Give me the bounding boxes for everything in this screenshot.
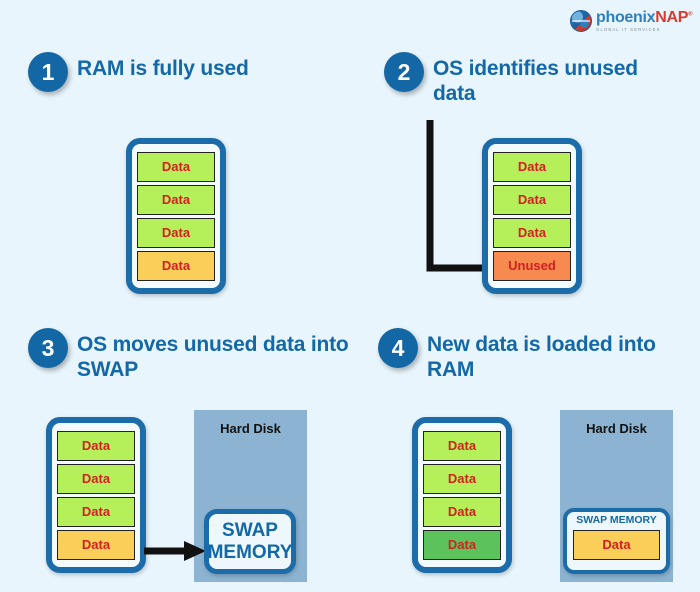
step-2-badge: 2 [384,52,424,92]
step-1-title: RAM is fully used [77,57,249,80]
step-3-title: OS moves unused data into SWAP [77,333,349,381]
ram-cell: Data [493,217,571,248]
swap-label-line1: SWAP [222,520,278,542]
logo-word-phoenix: phoenix [596,8,656,26]
swap-label-line2: MEMORY [207,541,293,563]
step-4-swap-memory-box: SWAP MEMORY Data [563,508,670,574]
logo-text: phoenixNAP® GLOBAL IT SERVICES [596,8,693,32]
step-4-badge: 4 [378,328,418,368]
step-3-swap-memory-box: SWAP MEMORY [204,509,296,574]
ram-cell-unused: Unused [493,250,571,281]
ram-cell: Data [137,184,215,215]
step-3-badge: 3 [28,328,68,368]
step-3-ram-module: Data Data Data Data [46,417,146,573]
step-3-transfer-arrow [144,541,206,561]
ram-cell: Data [423,430,501,461]
globe-icon [570,10,592,32]
ram-cell: Data [423,463,501,494]
ram-cell: Data [57,496,135,527]
ram-cell: Data [493,184,571,215]
step-3-heading: 3 OS moves unused data into SWAP [28,328,358,383]
logo-word-nap: NAP [655,8,689,26]
step-4-title: New data is loaded into RAM [427,333,656,381]
step-2-heading: 2 OS identifies unused data [384,52,644,107]
logo-tagline: GLOBAL IT SERVICES [596,26,661,32]
step-1-ram-module: Data Data Data Data [126,138,226,294]
logo-wordmark: phoenixNAP® [596,8,693,26]
ram-cell: Data [137,217,215,248]
hard-disk-label: Hard Disk [220,421,281,436]
step-4-ram-module: Data Data Data Data [412,417,512,573]
ram-cell: Data [493,151,571,182]
hard-disk-label: Hard Disk [586,421,647,436]
step-1-badge: 1 [28,52,68,92]
ram-cell: Data [137,250,215,281]
swap-cell: Data [573,529,660,560]
ram-cell: Data [423,496,501,527]
ram-cell-new-data: Data [423,529,501,560]
step-4-heading: 4 New data is loaded into RAM [378,328,678,383]
ram-cell: Data [57,430,135,461]
logo-trademark: ® [688,11,693,18]
step-2-ram-module: Data Data Data Unused [482,138,582,294]
phoenixnap-logo: phoenixNAP® GLOBAL IT SERVICES [570,8,693,34]
ram-cell: Data [137,151,215,182]
swap-memory-label: SWAP MEMORY [576,514,657,526]
ram-cell: Data [57,463,135,494]
step-1-heading: 1 RAM is fully used [28,52,328,92]
step-2-title: OS identifies unused data [433,57,638,105]
ram-cell: Data [57,529,135,560]
